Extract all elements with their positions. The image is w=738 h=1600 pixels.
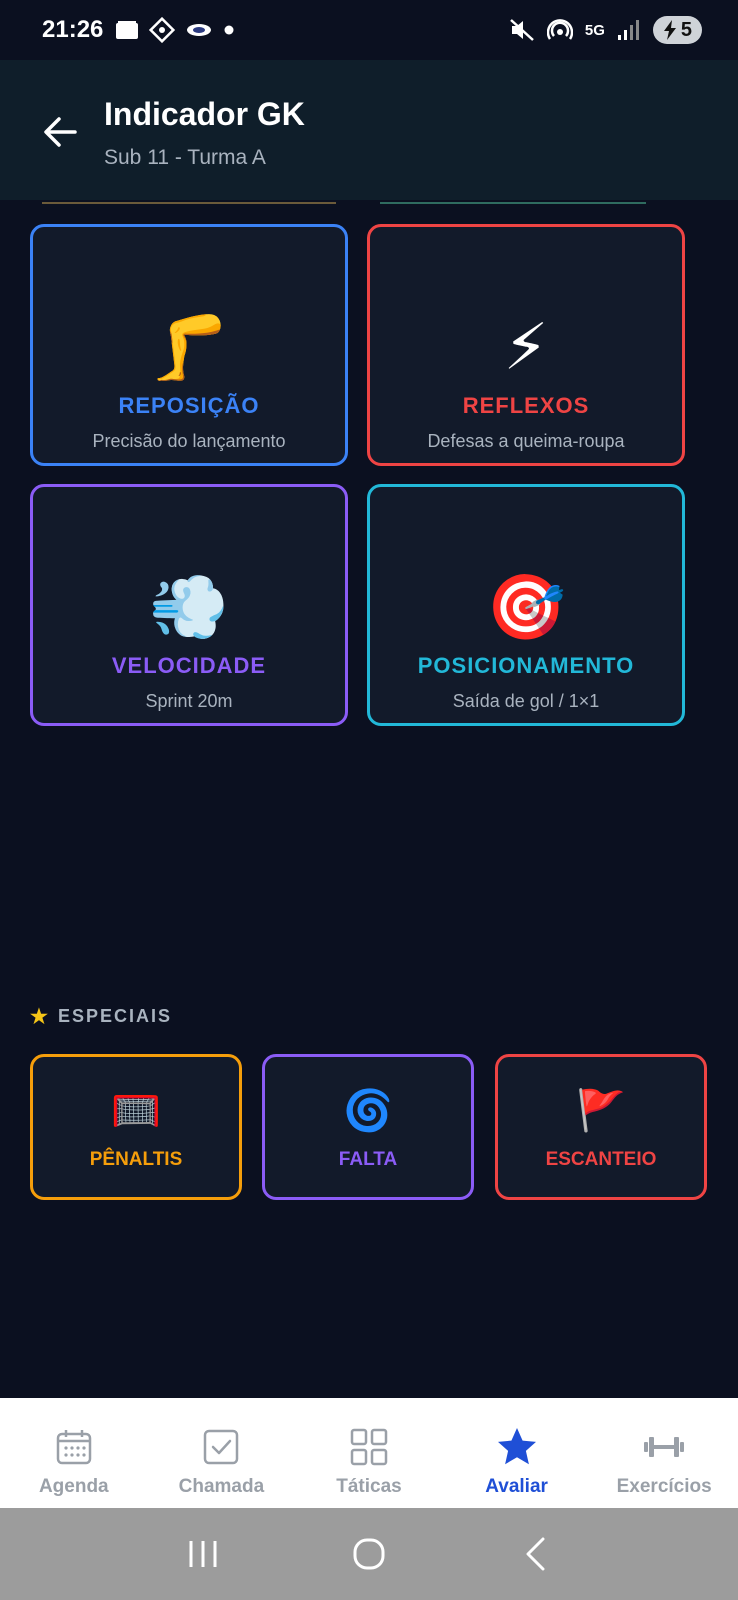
status-bar: 21:26 5G 5	[0, 0, 738, 60]
category-card-posicionamento[interactable]: 🎯 POSICIONAMENTO Saída de gol / 1×1	[367, 484, 685, 726]
status-notification-icons	[115, 17, 235, 43]
nav-label: Avaliar	[485, 1476, 548, 1497]
goal-net-icon: 🥅	[111, 1088, 161, 1134]
section-title-especiais: ★ ESPECIAIS	[30, 1004, 172, 1029]
card-subtitle: Sprint 20m	[145, 691, 233, 711]
system-back-button[interactable]	[505, 1524, 565, 1584]
card-title: REFLEXOS	[462, 393, 590, 418]
category-card-reflexos[interactable]: ⚡ REFLEXOS Defesas a queima-roupa	[367, 224, 685, 466]
card-subtitle: Defesas a queima-roupa	[427, 431, 625, 451]
nav-label: Chamada	[178, 1476, 265, 1497]
cyclone-icon: 🌀	[343, 1088, 393, 1134]
nav-label: Exercícios	[616, 1476, 712, 1497]
special-card-falta[interactable]: 🌀 FALTA	[262, 1054, 474, 1200]
wallet-icon	[116, 21, 139, 39]
mute-icon	[510, 19, 534, 41]
recent-apps-button[interactable]	[173, 1524, 233, 1584]
nav-item-exercicios[interactable]: Exercícios	[590, 1398, 738, 1508]
section-title-text: ESPECIAIS	[57, 1006, 172, 1026]
home-button[interactable]	[339, 1524, 399, 1584]
category-card-reposicao[interactable]: 🦵 REPOSIÇÃO Precisão do lançamento	[30, 224, 348, 466]
star-icon	[496, 1426, 538, 1468]
dumbbell-icon	[643, 1426, 685, 1468]
recent-apps-icon	[189, 1541, 217, 1567]
nav-item-chamada[interactable]: Chamada	[148, 1398, 296, 1508]
card-subtitle: Saída de gol / 1×1	[452, 691, 600, 711]
checkbox-icon	[202, 1426, 240, 1468]
special-label: FALTA	[338, 1149, 398, 1170]
target-icon: 🎯	[486, 571, 566, 645]
calendar-icon	[55, 1426, 93, 1468]
scroll-hint-right	[380, 202, 646, 204]
nav-item-taticas[interactable]: Táticas	[295, 1398, 443, 1508]
nav-label: Agenda	[38, 1476, 109, 1497]
home-icon	[353, 1538, 385, 1570]
special-card-escanteio[interactable]: 🚩 ESCANTEIO	[495, 1054, 707, 1200]
page-title: Indicador GK	[104, 96, 305, 132]
bottom-nav: Agenda Chamada Táticas Avaliar Exercício…	[0, 1398, 738, 1508]
card-title: POSICIONAMENTO	[417, 653, 635, 678]
lightning-icon: ⚡	[503, 311, 549, 385]
handshake-icon	[187, 24, 212, 36]
status-time: 21:26	[42, 16, 104, 43]
hotspot-icon	[546, 19, 573, 40]
special-label: PÊNALTIS	[89, 1149, 183, 1170]
system-nav-bar	[0, 1508, 738, 1600]
nav-label: Táticas	[336, 1476, 402, 1497]
charging-bolt-icon	[663, 20, 676, 40]
card-title: REPOSIÇÃO	[118, 393, 260, 418]
nav-item-agenda[interactable]: Agenda	[0, 1398, 148, 1508]
page-subtitle: Sub 11 - Turma A	[104, 146, 266, 169]
app-header: Indicador GK Sub 11 - Turma A	[0, 60, 738, 200]
card-title: VELOCIDADE	[111, 653, 267, 678]
back-button[interactable]	[38, 110, 82, 154]
special-card-penaltis[interactable]: 🥅 PÊNALTIS	[30, 1054, 242, 1200]
arrow-left-icon	[44, 117, 77, 147]
dot-icon	[224, 25, 234, 35]
signal-icon	[617, 20, 639, 40]
dash-icon: 💨	[149, 571, 229, 645]
scroll-hint-left	[42, 202, 336, 204]
status-system-icons: 5G 5	[509, 16, 702, 44]
special-label: ESCANTEIO	[545, 1149, 657, 1170]
category-card-velocidade[interactable]: 💨 VELOCIDADE Sprint 20m	[30, 484, 348, 726]
grid-icon	[350, 1426, 388, 1468]
network-type-icon: 5G	[584, 21, 605, 39]
app-diamond-icon	[149, 17, 176, 43]
nav-item-avaliar[interactable]: Avaliar	[443, 1398, 591, 1508]
chevron-left-icon	[526, 1537, 545, 1571]
star-icon: ★	[30, 1006, 50, 1028]
battery-indicator: 5	[652, 16, 702, 44]
leg-icon: 🦵	[149, 311, 229, 385]
card-subtitle: Precisão do lançamento	[92, 431, 286, 451]
battery-level: 5	[680, 18, 692, 41]
flag-icon: 🚩	[576, 1088, 626, 1134]
